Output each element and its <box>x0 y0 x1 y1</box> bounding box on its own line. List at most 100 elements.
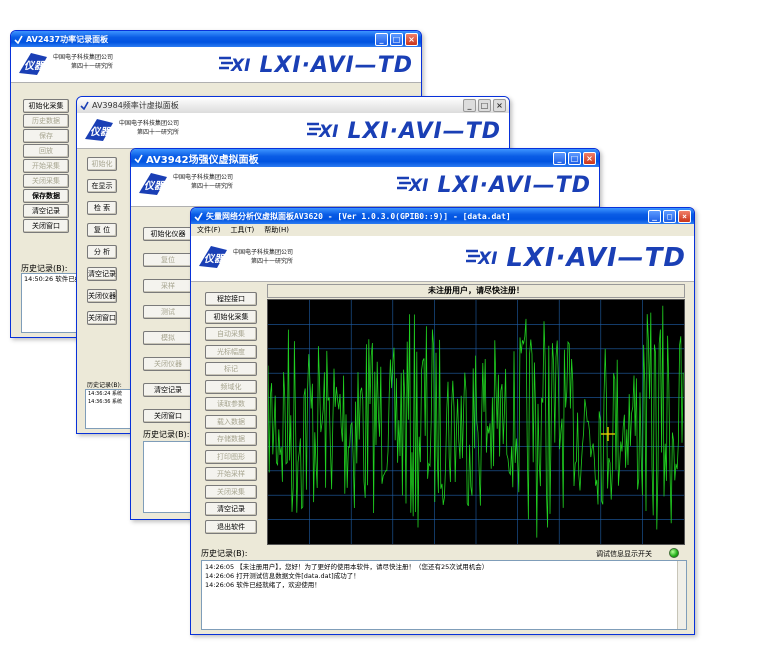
button-13[interactable]: 退出软件 <box>205 519 257 534</box>
button-4[interactable]: 模拟 <box>143 331 193 345</box>
button-4[interactable]: 分 析 <box>87 245 117 259</box>
title-bar[interactable]: 矢量网络分析仪虚拟面板AV3620 - [Ver 1.0.3.0(GPIB0::… <box>191 208 694 224</box>
button-3[interactable]: 回放 <box>23 144 69 158</box>
button-11[interactable]: 关闭采集 <box>205 484 257 499</box>
button-0[interactable]: 初始化 <box>87 157 117 171</box>
close-button[interactable]: × <box>678 209 691 223</box>
button-3[interactable]: 测试 <box>143 305 193 319</box>
close-button[interactable]: × <box>493 98 506 112</box>
log-line: 14:50:26 软件已经就绪了 <box>24 275 101 283</box>
button-8[interactable]: 存储数据 <box>205 432 257 446</box>
company-name: 中国电子科技集团公司 第四十一研究所 <box>173 174 234 190</box>
log-line: 14:36:36 系统 <box>88 399 123 405</box>
button-0[interactable]: 初始化仪器 <box>143 227 193 241</box>
history-label: 历史记录(B): <box>201 549 248 558</box>
title-bar[interactable]: AV3942场强仪虚拟面板 _ □ × <box>131 149 599 167</box>
app-check-icon <box>80 101 89 110</box>
button-1[interactable]: 复位 <box>143 253 193 267</box>
button-2[interactable]: 检 索 <box>87 201 117 215</box>
button-2[interactable]: 保存 <box>23 129 69 143</box>
button-10[interactable]: 开始采样 <box>205 467 257 481</box>
title-bar[interactable]: AV2437功率记录面板 _ □ × <box>11 31 421 47</box>
button-7[interactable]: 关闭窗口 <box>87 311 117 325</box>
close-button[interactable]: × <box>583 151 596 165</box>
button-column: 初始化仪器复位采样测试模拟关闭仪器清空记录关闭窗口 <box>143 227 193 435</box>
maximize-button[interactable]: □ <box>390 32 403 46</box>
pxi-logo-icon: XI <box>397 176 429 196</box>
company-name: 中国电子科技集团公司 第四十一研究所 <box>53 54 114 70</box>
history-log[interactable]: 14:26:05 【未注册用户】，您好！为了更好的使用本软件，请尽快注册！（您还… <box>201 560 687 630</box>
button-4[interactable]: 标记 <box>205 362 257 376</box>
maximize-button[interactable]: □ <box>568 151 581 165</box>
button-7[interactable]: 清空记录 <box>23 204 69 218</box>
button-6[interactable]: 读取参数 <box>205 397 257 411</box>
button-1[interactable]: 在显示 <box>87 179 117 193</box>
button-1[interactable]: 初始化采集 <box>205 309 257 324</box>
status-led[interactable] <box>669 548 679 558</box>
window-av3620[interactable]: 矢量网络分析仪虚拟面板AV3620 - [Ver 1.0.3.0(GPIB0::… <box>190 207 695 635</box>
waveform-display[interactable] <box>267 299 685 545</box>
button-0[interactable]: 程控接口 <box>205 292 257 306</box>
button-column: 初始化在显示检 索复 位分 析清空记录关闭仪器关闭窗口 <box>87 157 117 333</box>
header-banner: 仪器 中国电子科技集团公司 第四十一研究所 XI LXI·AVI—TD <box>191 236 694 282</box>
button-6[interactable]: 关闭仪器 <box>87 289 117 303</box>
button-4[interactable]: 开始采集 <box>23 159 69 173</box>
button-1[interactable]: 历史数据 <box>23 114 69 128</box>
maximize-button[interactable]: □ <box>478 98 491 112</box>
maximize-button[interactable]: □ <box>663 209 676 223</box>
button-5[interactable]: 频域化 <box>205 379 257 394</box>
svg-text:仪器: 仪器 <box>204 253 226 265</box>
button-12[interactable]: 清空记录 <box>205 502 257 516</box>
app-check-icon <box>14 35 23 44</box>
button-9[interactable]: 打印图形 <box>205 449 257 464</box>
company-name: 中国电子科技集团公司 第四十一研究所 <box>233 249 294 265</box>
history-log[interactable]: 14:50:26 软件已经就绪了 <box>21 273 101 333</box>
history-log[interactable]: 14:36:24 系统 14:36:36 系统 <box>85 389 131 429</box>
company-logo: 仪器 <box>137 171 169 197</box>
log-line: 14:26:05 【未注册用户】，您好！为了更好的使用本软件，请尽快注册！（您还… <box>205 563 489 571</box>
button-column: 初始化采集 历史数据 保存 回放 开始采集 关闭采集 保存数据 清空记录 关闭窗口 <box>23 99 69 234</box>
minimize-button[interactable]: _ <box>463 98 476 112</box>
history-label: 历史记录(B): <box>143 430 190 439</box>
header-banner: 仪器 中国电子科技集团公司 第四十一研究所 XI LXI·AVI—TD <box>11 47 421 83</box>
brand-logo: XI LXI·AVI—TD <box>219 49 413 81</box>
history-label: 历史记录(B): <box>87 382 122 389</box>
button-7[interactable]: 载入数据 <box>205 414 257 429</box>
minimize-button[interactable]: _ <box>375 32 388 46</box>
header-banner: 仪器 中国电子科技集团公司 第四十一研究所 XI LXI·AVI—TD <box>77 113 509 149</box>
button-column: 程控接口初始化采集自动采集光标幅度标记频域化读取参数载入数据存储数据打印图形开始… <box>205 292 257 537</box>
button-5[interactable]: 清空记录 <box>87 267 117 281</box>
log-line: 14:26:06 打开测试信息数据文件[data.dat]成功了！ <box>205 572 360 580</box>
scrollbar[interactable] <box>677 561 686 629</box>
menu-help[interactable]: 帮助(H) <box>264 224 289 236</box>
minimize-button[interactable]: _ <box>648 209 661 223</box>
minimize-button[interactable]: _ <box>553 151 566 165</box>
button-2[interactable]: 自动采集 <box>205 327 257 341</box>
button-2[interactable]: 采样 <box>143 279 193 293</box>
header-banner: 仪器 中国电子科技集团公司 第四十一研究所 XI LXI·AVI—TD <box>131 167 599 207</box>
svg-text:XI: XI <box>408 176 428 196</box>
app-check-icon <box>134 154 143 163</box>
title-bar[interactable]: AV3984频率计虚拟面板 _ □ × <box>77 97 509 113</box>
company-logo: 仪器 <box>83 117 115 143</box>
svg-text:XI: XI <box>230 56 250 76</box>
svg-text:XI: XI <box>318 122 338 142</box>
button-3[interactable]: 复 位 <box>87 223 117 237</box>
pxi-logo-icon: XI <box>307 122 339 142</box>
button-7[interactable]: 关闭窗口 <box>143 409 193 423</box>
menu-file[interactable]: 文件(F) <box>197 224 221 236</box>
button-6[interactable]: 保存数据 <box>23 189 69 203</box>
close-button[interactable]: × <box>405 32 418 46</box>
company-logo: 仪器 <box>197 244 229 270</box>
brand-logo: XI LXI·AVI—TD <box>307 115 501 147</box>
window-title: AV2437功率记录面板 <box>26 34 109 44</box>
button-6[interactable]: 清空记录 <box>143 383 193 397</box>
menu-tools[interactable]: 工具(T) <box>231 224 255 236</box>
history-log[interactable] <box>143 441 191 513</box>
button-0[interactable]: 初始化采集 <box>23 99 69 113</box>
button-8[interactable]: 关闭窗口 <box>23 219 69 233</box>
registration-banner: 未注册用户，请尽快注册！ <box>267 284 685 298</box>
button-5[interactable]: 关闭采集 <box>23 174 69 188</box>
button-5[interactable]: 关闭仪器 <box>143 357 193 371</box>
button-3[interactable]: 光标幅度 <box>205 344 257 359</box>
